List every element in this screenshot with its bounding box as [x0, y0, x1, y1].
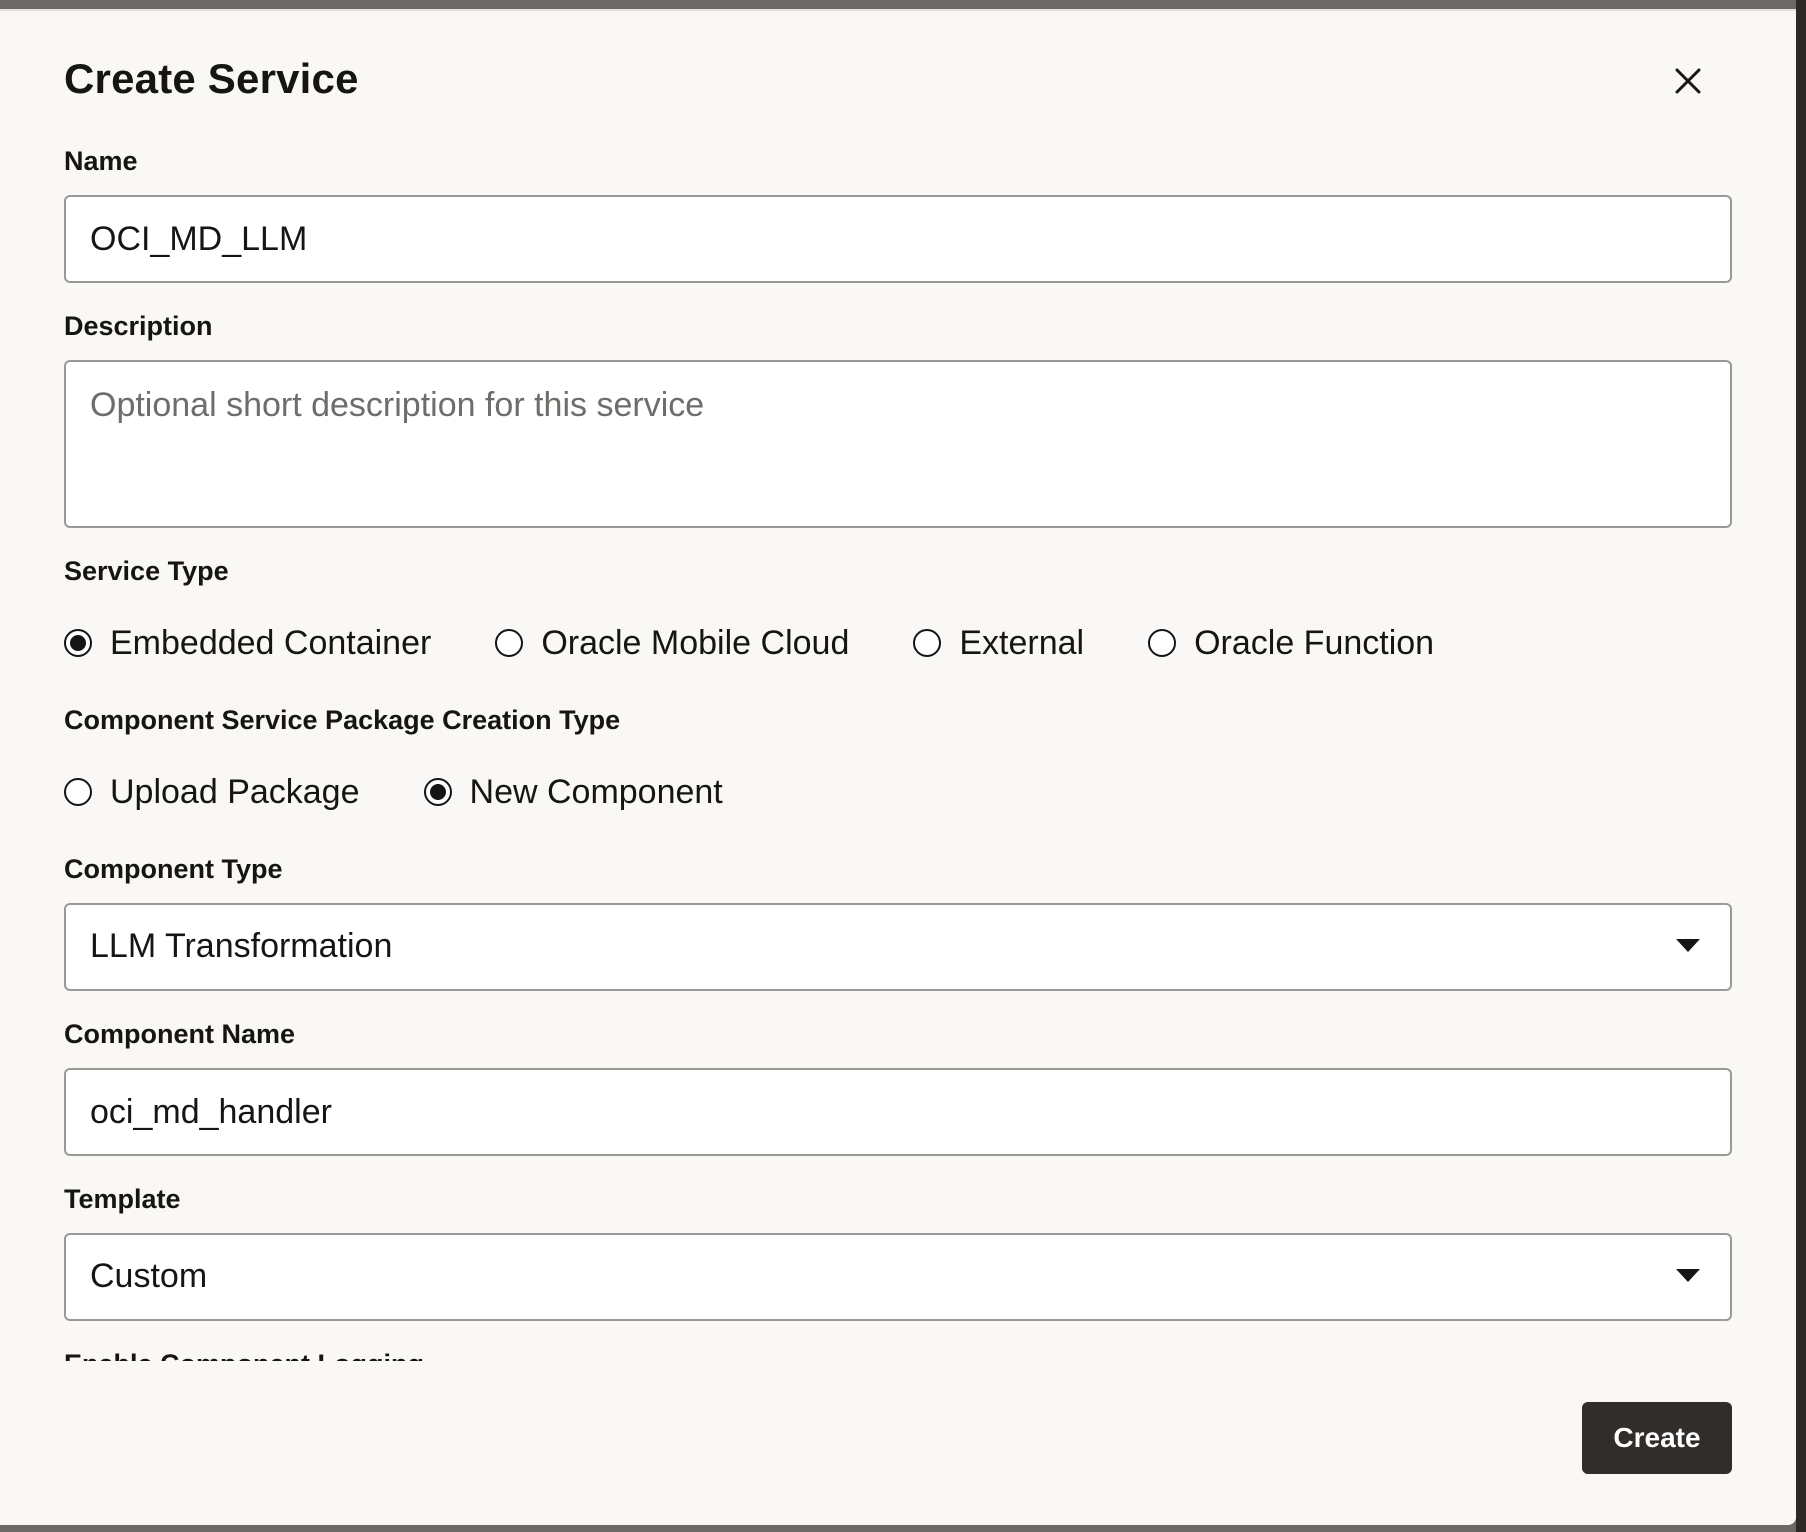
radio-external[interactable]: External: [913, 624, 1084, 663]
radio-oracle-mobile-cloud[interactable]: Oracle Mobile Cloud: [495, 624, 849, 663]
background-page-edge: [1796, 0, 1806, 1532]
radio-new-component[interactable]: New Component: [423, 772, 723, 812]
enable-component-logging-label: Enable Component Logging: [64, 1349, 424, 1361]
component-name-label: Component Name: [64, 1019, 296, 1049]
radio-unselected-icon: [1148, 629, 1177, 657]
radio-label: Upload Package: [110, 772, 360, 811]
caret-down-icon: [1676, 939, 1700, 952]
component-name-input[interactable]: [64, 1068, 1732, 1156]
radio-label: External: [959, 623, 1085, 662]
create-service-dialog: Create Service Name Description Service …: [0, 9, 1796, 1525]
radio-oracle-function[interactable]: Oracle Function: [1148, 624, 1434, 663]
dialog-body: Name Description Service Type Embedded C…: [64, 131, 1732, 1361]
radio-upload-package[interactable]: Upload Package: [64, 773, 360, 812]
component-type-select[interactable]: LLM Transformation: [64, 903, 1732, 991]
name-input[interactable]: [64, 195, 1732, 283]
template-select[interactable]: Custom: [64, 1233, 1732, 1321]
dialog-footer: Create: [0, 1361, 1796, 1521]
description-textarea[interactable]: [64, 360, 1732, 528]
dialog-header: Create Service: [64, 49, 1732, 119]
radio-label: Oracle Function: [1194, 623, 1435, 662]
component-type-value: LLM Transformation: [90, 927, 393, 965]
radio-label: Embedded Container: [110, 623, 432, 662]
template-label: Template: [64, 1184, 181, 1214]
radio-label: Oracle Mobile Cloud: [541, 623, 850, 662]
description-label: Description: [64, 311, 213, 341]
radio-label: New Component: [469, 772, 723, 811]
close-button[interactable]: [1660, 53, 1716, 109]
component-type-label: Component Type: [64, 854, 283, 884]
service-type-label: Service Type: [64, 556, 229, 586]
radio-selected-icon: [64, 629, 92, 657]
radio-selected-icon: [423, 778, 452, 806]
package-creation-type-label: Component Service Package Creation Type: [64, 705, 621, 735]
close-icon: [1675, 68, 1701, 94]
create-button[interactable]: Create: [1582, 1402, 1732, 1474]
template-value: Custom: [90, 1257, 208, 1295]
radio-unselected-icon: [913, 629, 942, 657]
radio-unselected-icon: [495, 629, 524, 657]
package-creation-radio-group: Upload Package New Component: [64, 770, 787, 814]
radio-embedded-container[interactable]: Embedded Container: [64, 624, 431, 663]
caret-down-icon: [1676, 1269, 1700, 1282]
service-type-radio-group: Embedded Container Oracle Mobile Cloud E…: [64, 621, 1498, 665]
name-label: Name: [64, 146, 138, 176]
dialog-title: Create Service: [64, 55, 359, 102]
radio-unselected-icon: [64, 778, 92, 806]
